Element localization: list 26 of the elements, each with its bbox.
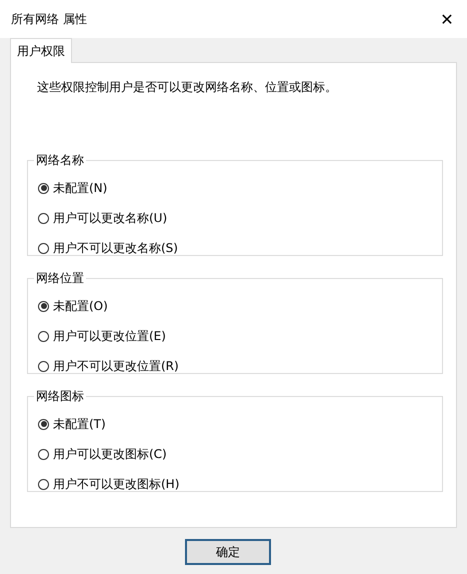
radio-icon[interactable] [38, 242, 49, 254]
window-title: 所有网络 属性 [11, 10, 87, 28]
radio-icon[interactable] [38, 212, 49, 224]
radio-icon[interactable] [38, 418, 49, 430]
group-title: 网络名称 [35, 152, 85, 169]
radio-icon[interactable] [38, 182, 49, 194]
group-title: 网络图标 [35, 388, 85, 405]
radio-option[interactable]: 未配置(N) [38, 173, 442, 203]
radio-option[interactable]: 用户可以更改位置(E) [38, 321, 442, 351]
radio-icon[interactable] [38, 300, 49, 312]
radio-option[interactable]: 未配置(T) [38, 409, 442, 439]
description-text: 这些权限控制用户是否可以更改网络名称、位置或图标。 [37, 79, 338, 96]
radio-option[interactable]: 用户不可以更改位置(R) [38, 351, 442, 381]
radio-icon[interactable] [38, 360, 49, 372]
tab[interactable]: 用户权限 [10, 38, 72, 63]
ok-button[interactable]: 确定 [185, 539, 271, 565]
radio-option[interactable]: 用户不可以更改名称(S) [38, 233, 442, 263]
radio-option[interactable]: 用户可以更改名称(U) [38, 203, 442, 233]
radio-option[interactable]: 用户可以更改图标(C) [38, 439, 442, 469]
radio-icon[interactable] [38, 330, 49, 342]
radio-icon[interactable] [38, 478, 49, 490]
group-title: 网络位置 [35, 270, 85, 287]
radio-icon[interactable] [38, 448, 49, 460]
radio-option[interactable]: 未配置(O) [38, 291, 442, 321]
radio-option[interactable]: 用户不可以更改图标(H) [38, 469, 442, 499]
close-button[interactable]: ✕ [427, 0, 467, 38]
